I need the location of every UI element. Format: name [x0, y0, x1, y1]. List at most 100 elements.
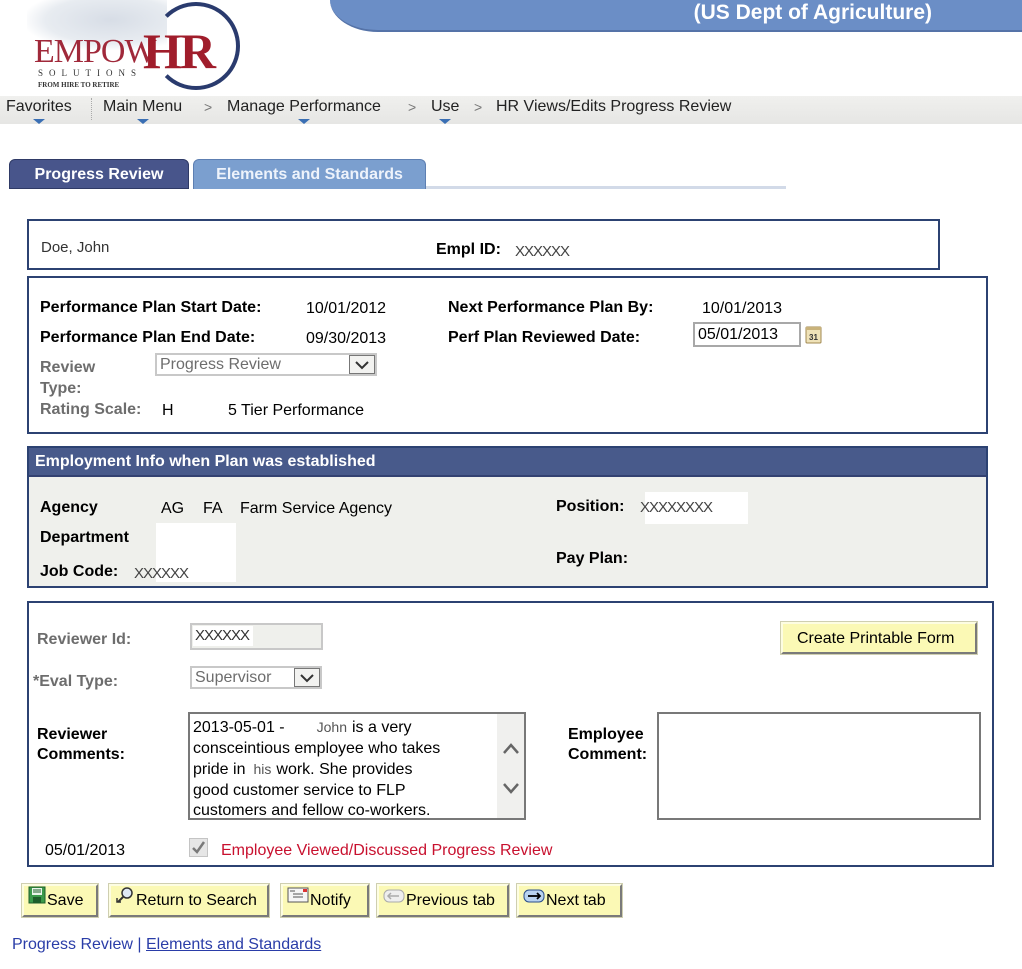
breadcrumb-separator: > [204, 99, 213, 115]
job-code-value: XXXXXX [134, 565, 189, 582]
review-type-label-line1: Review [40, 359, 96, 376]
plan-start-label: Performance Plan Start Date: [40, 299, 262, 316]
previous-tab-label: Previous tab [406, 892, 495, 909]
reviewer-comments-label-line1: Reviewer [37, 726, 108, 743]
save-label: Save [47, 892, 84, 909]
position-value: XXXXXXXX [640, 499, 713, 516]
employee-comment-textarea[interactable] [657, 712, 981, 820]
notify-button[interactable]: Notify [280, 883, 370, 918]
viewed-date: 05/01/2013 [45, 842, 126, 859]
comment-line: good customer service to FLP [193, 781, 406, 799]
empl-id-value: XXXXXX [515, 243, 570, 260]
eval-type-value: Supervisor [195, 669, 272, 686]
previous-tab-button[interactable]: Previous tab [376, 883, 510, 918]
scroll-down-icon[interactable] [503, 780, 519, 801]
dropdown-arrow-icon [297, 119, 310, 124]
employee-viewed-checkbox[interactable] [189, 838, 208, 857]
next-plan-label: Next Performance Plan By: [448, 299, 654, 316]
notify-envelope-icon [287, 885, 309, 914]
reviewer-comments-textarea[interactable]: 2013-05-01 - John is a very consceintious … [188, 712, 526, 820]
chevron-down-icon[interactable] [294, 668, 320, 687]
plan-end-value: 09/30/2013 [306, 330, 387, 347]
rating-scale-label: Rating Scale: [40, 401, 142, 418]
nav-manage-performance[interactable]: Manage Performance [227, 98, 381, 124]
return-to-search-button[interactable]: Return to Search [108, 883, 270, 918]
breadcrumb-separator: > [408, 99, 417, 115]
nav-use-label: Use [431, 98, 460, 115]
footer-separator: | [137, 936, 142, 953]
empl-id-label: Empl ID: [436, 241, 501, 258]
comment-line: customers and fellow co-workers. [193, 802, 431, 819]
calendar-icon[interactable]: 31 [805, 325, 822, 344]
tab-elements-and-standards[interactable]: Elements and Standards [193, 159, 426, 189]
next-tab-arrow-icon [523, 885, 545, 914]
footer-link-elements-and-standards[interactable]: Elements and Standards [146, 936, 321, 953]
comment-name-redacted: John [316, 719, 347, 735]
comment-line: consceintious employee who takes [193, 739, 441, 757]
rating-scale-description: 5 Tier Performance [228, 402, 365, 419]
rating-scale-code: H [162, 402, 174, 419]
employee-header-box: Doe, John Empl ID: XXXXXX [27, 219, 940, 270]
job-code-label: Job Code: [40, 563, 119, 580]
nav-divider [91, 98, 92, 120]
employee-viewed-label: Employee Viewed/Discussed Progress Revie… [221, 842, 553, 859]
comment-pronoun: his [253, 761, 272, 777]
reviewer-id-field: XXXXXX [190, 623, 323, 650]
agency-name: Farm Service Agency [240, 500, 393, 517]
comment-text: work. She provides [276, 761, 413, 778]
reviewed-date-input[interactable] [693, 322, 801, 347]
logo-brand-empow: EMPOW [34, 33, 157, 70]
comment-text: 2013-05-01 - [193, 719, 285, 736]
review-type-value: Progress Review [160, 356, 281, 373]
nav-main-menu[interactable]: Main Menu [103, 98, 183, 124]
previous-tab-arrow-icon [383, 885, 405, 914]
eval-type-label: *Eval Type: [33, 673, 119, 690]
comments-scrollbar[interactable] [497, 714, 524, 818]
reviewer-comments-text: 2013-05-01 - John is a very consceintious … [193, 717, 441, 819]
nav-current-page: HR Views/Edits Progress Review [496, 98, 732, 115]
comment-text: is a very [351, 719, 412, 736]
notify-label: Notify [310, 892, 351, 909]
magnifier-icon [115, 885, 135, 914]
header-banner: (US Dept of Agriculture) [330, 0, 1022, 32]
reviewer-id-label: Reviewer Id: [37, 631, 132, 648]
reviewer-comments-label-line2: Comments: [37, 746, 126, 763]
reviewed-date-label: Perf Plan Reviewed Date: [448, 329, 641, 346]
comment-text: pride in [193, 761, 246, 778]
employment-info-section: Employment Info when Plan was establishe… [27, 446, 988, 588]
logo-brand-hr: HR [143, 23, 216, 79]
reviewer-id-value: XXXXXX [193, 626, 254, 646]
create-printable-form-button[interactable]: Create Printable Form [780, 621, 978, 655]
employee-comment-label-line1: Employee [568, 726, 644, 743]
dropdown-arrow-icon [439, 119, 452, 124]
employee-name: Doe, John [41, 239, 110, 256]
next-plan-value: 10/01/2013 [702, 300, 783, 317]
plan-end-label: Performance Plan End Date: [40, 329, 256, 346]
logo-tagline: FROM HIRE TO RETIRE [38, 81, 120, 89]
save-icon [28, 885, 46, 914]
eval-type-select[interactable]: Supervisor [190, 666, 322, 689]
employee-comment-label-line2: Comment: [568, 746, 648, 763]
footer-page-links: Progress Review | Elements and Standards [12, 936, 321, 954]
nav-favorites[interactable]: Favorites [6, 98, 72, 124]
next-tab-label: Next tab [546, 892, 606, 909]
breadcrumb-nav: Favorites Main Menu > Manage Performance… [0, 96, 1022, 124]
nav-use[interactable]: Use [431, 98, 460, 124]
chevron-down-icon[interactable] [349, 355, 375, 374]
footer-current-page: Progress Review [12, 936, 133, 953]
review-type-select[interactable]: Progress Review [155, 353, 377, 376]
svg-text:31: 31 [809, 333, 818, 342]
save-button[interactable]: Save [21, 883, 99, 918]
next-tab-button[interactable]: Next tab [516, 883, 623, 918]
agency-code-1: AG [161, 500, 185, 517]
plan-info-box: Performance Plan Start Date: 10/01/2012 … [27, 276, 988, 434]
dropdown-arrow-icon [32, 119, 45, 124]
dropdown-arrow-icon [136, 119, 149, 124]
nav-manage-performance-label: Manage Performance [227, 98, 381, 115]
tab-progress-review[interactable]: Progress Review [9, 159, 189, 189]
agency-label: Agency [40, 499, 98, 516]
scroll-up-icon[interactable] [503, 740, 519, 761]
nav-main-menu-label: Main Menu [103, 98, 183, 115]
position-label: Position: [556, 498, 625, 515]
plan-start-value: 10/01/2012 [306, 300, 387, 317]
